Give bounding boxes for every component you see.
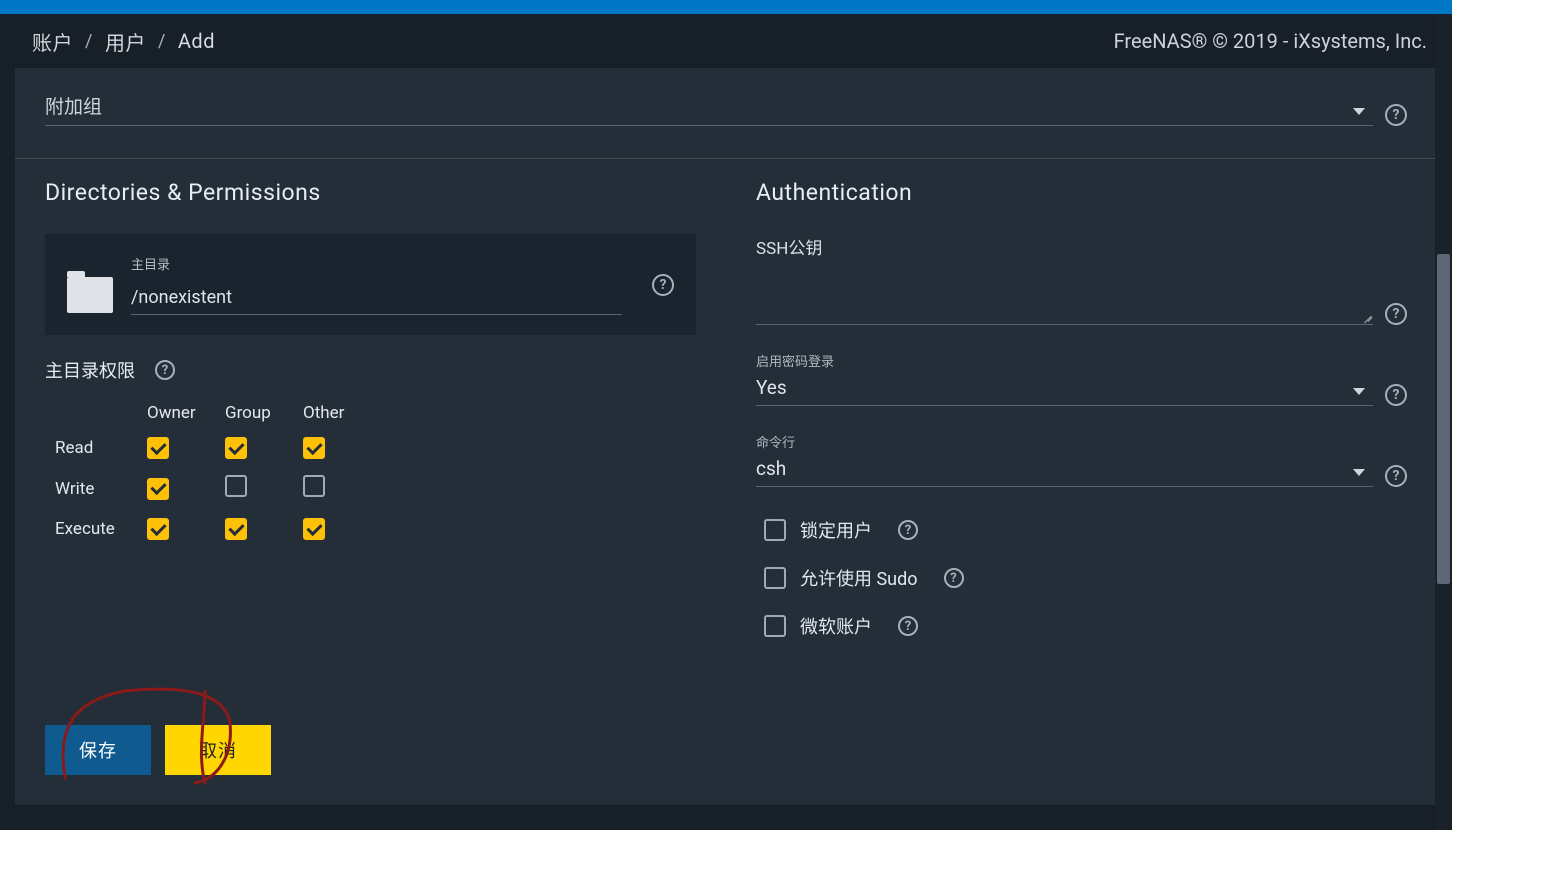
shell-label: 命令行 [756, 432, 1373, 451]
help-icon[interactable]: ? [155, 360, 175, 380]
home-dir-input[interactable]: /nonexistent [131, 287, 622, 315]
pw-login-value: Yes [756, 376, 787, 399]
perm-row-execute: Execute [55, 519, 147, 539]
copyright-text: FreeNAS® © 2019 - iXsystems, Inc. [1114, 29, 1427, 53]
chk-write-group[interactable] [225, 475, 247, 497]
perm-col-group: Group [225, 403, 303, 423]
breadcrumb-accounts[interactable]: 账户 [32, 27, 73, 56]
shell-value: csh [756, 457, 786, 480]
home-dir-label: 主目录 [131, 254, 622, 273]
chk-exec-owner[interactable] [147, 518, 169, 540]
ssh-key-label: SSH公钥 [756, 234, 1407, 259]
help-icon[interactable]: ? [1385, 303, 1407, 325]
breadcrumb-bar: 账户 / 用户 / Add FreeNAS® © 2019 - iXsystem… [0, 14, 1452, 68]
titlebar-strip [0, 0, 1452, 14]
breadcrumb-sep: / [158, 31, 166, 52]
resize-handle-icon[interactable] [1363, 312, 1373, 322]
chk-lock-user[interactable] [764, 519, 786, 541]
aux-groups-label: 附加组 [45, 95, 102, 118]
pw-login-label: 启用密码登录 [756, 351, 1373, 370]
form-actions: 保存 取消 [15, 691, 1437, 805]
folder-icon[interactable] [67, 277, 113, 313]
shell-select[interactable]: csh [756, 453, 1373, 487]
lock-user-label: 锁定用户 [800, 517, 872, 543]
breadcrumb: 账户 / 用户 / Add [32, 27, 215, 56]
breadcrumb-sep: / [85, 31, 93, 52]
aux-groups-section: 附加组 ? [15, 68, 1437, 154]
form-panel: 附加组 ? Directories & Permissions 主目录 /non… [15, 68, 1437, 805]
home-dir-perm-label: 主目录权限 [45, 357, 135, 383]
chk-exec-group[interactable] [225, 518, 247, 540]
cancel-button[interactable]: 取消 [165, 725, 271, 775]
ms-account-label: 微软账户 [800, 613, 872, 639]
auth-title: Authentication [756, 179, 1407, 206]
app-window: 账户 / 用户 / Add FreeNAS® © 2019 - iXsystem… [0, 0, 1452, 830]
chk-exec-other[interactable] [303, 518, 325, 540]
permission-grid: Owner Group Other Read Write [55, 403, 696, 540]
chk-write-other[interactable] [303, 475, 325, 497]
perm-col-owner: Owner [147, 403, 225, 423]
pw-login-select[interactable]: Yes [756, 372, 1373, 406]
help-icon[interactable]: ? [898, 616, 918, 636]
save-button[interactable]: 保存 [45, 725, 151, 775]
allow-sudo-label: 允许使用 Sudo [800, 565, 918, 591]
help-icon[interactable]: ? [652, 274, 674, 296]
vertical-scrollbar[interactable] [1435, 14, 1452, 830]
help-icon[interactable]: ? [944, 568, 964, 588]
chk-write-owner[interactable] [147, 478, 169, 500]
ssh-key-textarea[interactable] [756, 299, 1373, 325]
chk-read-other[interactable] [303, 437, 325, 459]
help-icon[interactable]: ? [1385, 104, 1407, 126]
chk-ms-account[interactable] [764, 615, 786, 637]
chevron-down-icon [1353, 469, 1365, 476]
chk-read-group[interactable] [225, 437, 247, 459]
breadcrumb-users[interactable]: 用户 [105, 27, 146, 56]
authentication-col: Authentication SSH公钥 ? 启用密码登录 Yes [756, 179, 1407, 661]
help-icon[interactable]: ? [898, 520, 918, 540]
help-icon[interactable]: ? [1385, 384, 1407, 406]
perm-col-other: Other [303, 403, 381, 423]
scrollbar-thumb[interactable] [1437, 254, 1450, 584]
dirperm-title: Directories & Permissions [45, 179, 696, 206]
directories-permissions-col: Directories & Permissions 主目录 /nonexiste… [45, 179, 696, 661]
perm-row-write: Write [55, 479, 147, 499]
help-icon[interactable]: ? [1385, 465, 1407, 487]
chk-read-owner[interactable] [147, 437, 169, 459]
breadcrumb-add: Add [178, 29, 215, 53]
aux-groups-select[interactable]: 附加组 [45, 80, 1373, 126]
chevron-down-icon [1353, 388, 1365, 395]
chk-allow-sudo[interactable] [764, 567, 786, 589]
home-directory-picker: 主目录 /nonexistent ? [45, 234, 696, 335]
perm-row-read: Read [55, 438, 147, 458]
chevron-down-icon [1353, 108, 1365, 115]
